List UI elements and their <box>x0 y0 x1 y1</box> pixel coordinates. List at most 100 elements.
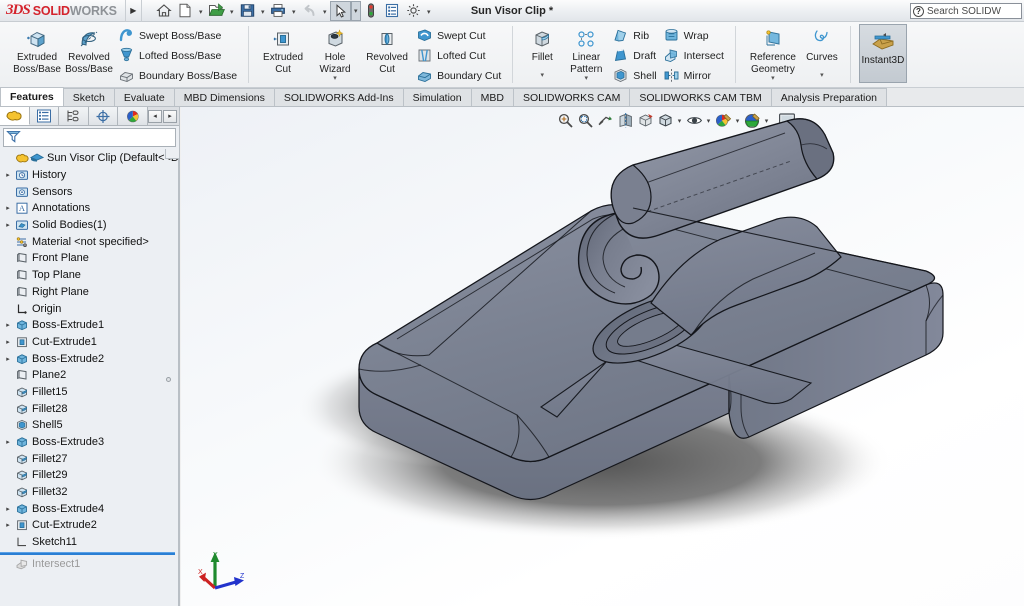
reference-geometry-button[interactable]: Reference Geometry ▾ <box>744 22 802 87</box>
print-caret[interactable]: ▾ <box>289 1 299 21</box>
expand-arrow[interactable]: ▸ <box>2 204 14 212</box>
tab-sketch[interactable]: Sketch <box>63 88 115 106</box>
print-icon[interactable] <box>268 1 289 21</box>
open-folder-caret[interactable]: ▾ <box>227 1 237 21</box>
tree-item-boss-extrude1[interactable]: ▸ Boss-Extrude1 <box>0 317 179 334</box>
graphics-viewport[interactable]: ▾ ▾ ▾ ▾ ▾ <box>181 107 1024 606</box>
gear-icon[interactable] <box>403 1 424 21</box>
tree-item-boss-extrude2[interactable]: ▸ Boss-Extrude2 <box>0 350 179 367</box>
swept-boss-base-button[interactable]: Swept Boss/Base <box>115 26 240 46</box>
rebuild-icon[interactable] <box>361 1 382 21</box>
draft-button[interactable]: Draft <box>609 46 659 66</box>
boundary-boss-base-button[interactable]: Boundary Boss/Base <box>115 66 240 86</box>
lofted-boss-base-button[interactable]: Lofted Boss/Base <box>115 46 240 66</box>
tree-item-front-plane[interactable]: Front Plane <box>0 250 179 267</box>
wrap-button[interactable]: Wrap <box>660 26 727 46</box>
curves-button[interactable]: Curves ▾ <box>802 22 842 87</box>
intersect-button[interactable]: Intersect <box>660 46 727 66</box>
lofted-cut-button[interactable]: Lofted Cut <box>413 46 504 66</box>
open-folder-icon[interactable] <box>206 1 227 21</box>
tree-item-history[interactable]: ▸ History <box>0 167 179 184</box>
extruded-boss-base-button[interactable]: Extruded Boss/Base <box>11 22 63 87</box>
tree-item-intersect1[interactable]: Intersect1 <box>0 556 179 573</box>
tree-item-fillet29[interactable]: Fillet29 <box>0 467 179 484</box>
tree-item-fillet28[interactable]: Fillet28 <box>0 400 179 417</box>
undo-caret[interactable]: ▾ <box>320 1 330 21</box>
expand-arrow[interactable]: ▸ <box>2 338 14 346</box>
select-cursor-icon[interactable] <box>330 1 351 21</box>
menu-expand-arrow[interactable]: ▶ <box>126 0 142 22</box>
options-list-icon[interactable] <box>382 1 403 21</box>
new-file-caret[interactable]: ▾ <box>196 1 206 21</box>
tab-solidworks-add-ins[interactable]: SOLIDWORKS Add-Ins <box>274 88 404 106</box>
tree-item-cut-extrude2[interactable]: ▸ Cut-Extrude2 <box>0 517 179 534</box>
fillet-button[interactable]: Fillet ▾ <box>521 22 563 87</box>
home-icon[interactable] <box>154 1 175 21</box>
panel-collapse-tab[interactable] <box>165 149 179 159</box>
solidworks-logo[interactable]: 3DS SOLIDWORKS <box>0 0 126 22</box>
tree-item-top-plane[interactable]: Top Plane <box>0 267 179 284</box>
tree-item-cut-extrude1[interactable]: ▸ Cut-Extrude1 <box>0 334 179 351</box>
tree-item-right-plane[interactable]: Right Plane <box>0 284 179 301</box>
linear-pattern-button[interactable]: Linear Pattern ▾ <box>563 22 609 87</box>
curves-caret[interactable]: ▾ <box>820 72 824 79</box>
panel-resize-handle[interactable] <box>166 377 171 382</box>
dimxpert-manager-tab[interactable] <box>89 107 119 125</box>
rib-button[interactable]: Rib <box>609 26 659 46</box>
extruded-cut-button[interactable]: Extruded Cut <box>257 22 309 87</box>
boundary-cut-button[interactable]: Boundary Cut <box>413 66 504 86</box>
configuration-manager-tab[interactable] <box>59 107 89 125</box>
expand-arrow[interactable]: ▸ <box>2 221 14 229</box>
tree-item-sensors[interactable]: Sensors <box>0 183 179 200</box>
tree-item-part-root[interactable]: Sun Visor Clip (Default<<Default> <box>0 150 179 167</box>
filter-input[interactable] <box>3 128 176 147</box>
tree-item-boss-extrude3[interactable]: ▸ Boss-Extrude3 <box>0 434 179 451</box>
expand-arrow[interactable]: ▸ <box>2 321 14 329</box>
new-file-icon[interactable] <box>175 1 196 21</box>
tab-simulation[interactable]: Simulation <box>403 88 472 106</box>
sun-visor-clip-3d-model[interactable] <box>181 107 1024 606</box>
undo-icon[interactable] <box>299 1 320 21</box>
tree-item-fillet32[interactable]: Fillet32 <box>0 484 179 501</box>
tree-item-fillet27[interactable]: Fillet27 <box>0 450 179 467</box>
tab-mbd[interactable]: MBD <box>471 88 514 106</box>
tab-mbd-dimensions[interactable]: MBD Dimensions <box>174 88 275 106</box>
property-manager-tab[interactable] <box>30 107 60 125</box>
linear-pattern-caret[interactable]: ▾ <box>585 75 589 82</box>
tree-item-material[interactable]: Material <not specified> <box>0 233 179 250</box>
search-input[interactable]: ? Search SOLIDW <box>910 3 1022 19</box>
save-icon[interactable] <box>237 1 258 21</box>
tree-item-solid-bodies[interactable]: ▸ Solid Bodies(1) <box>0 217 179 234</box>
panel-tab-next-button[interactable]: ▸ <box>163 110 177 123</box>
feature-manager-tab[interactable] <box>0 107 30 125</box>
tab-features[interactable]: Features <box>0 87 64 106</box>
swept-cut-button[interactable]: Swept Cut <box>413 26 504 46</box>
appearances-tab[interactable] <box>118 107 148 125</box>
tree-item-fillet15[interactable]: Fillet15 <box>0 384 179 401</box>
mirror-button[interactable]: Mirror <box>660 66 727 86</box>
feature-tree[interactable]: Sun Visor Clip (Default<<Default> ▸ Hist… <box>0 149 179 606</box>
tree-item-sketch11[interactable]: Sketch11 <box>0 534 179 551</box>
tab-solidworks-cam[interactable]: SOLIDWORKS CAM <box>513 88 630 106</box>
tab-evaluate[interactable]: Evaluate <box>114 88 175 106</box>
rollback-bar[interactable] <box>0 552 175 555</box>
tree-item-origin[interactable]: Origin <box>0 300 179 317</box>
select-cursor-caret[interactable]: ▾ <box>351 1 361 21</box>
expand-arrow[interactable]: ▸ <box>2 171 14 179</box>
tree-item-boss-extrude4[interactable]: ▸ Boss-Extrude4 <box>0 500 179 517</box>
tab-solidworks-cam-tbm[interactable]: SOLIDWORKS CAM TBM <box>629 88 771 106</box>
tab-analysis-preparation[interactable]: Analysis Preparation <box>771 88 887 106</box>
save-caret[interactable]: ▾ <box>258 1 268 21</box>
instant3d-button[interactable]: Instant3D <box>859 24 907 83</box>
gear-caret[interactable]: ▾ <box>424 1 434 21</box>
expand-arrow[interactable]: ▸ <box>2 505 14 513</box>
panel-tab-prev-button[interactable]: ◂ <box>148 110 162 123</box>
tree-item-shell5[interactable]: Shell5 <box>0 417 179 434</box>
tree-item-annotations[interactable]: ▸ A Annotations <box>0 200 179 217</box>
panel-splitter[interactable] <box>178 149 179 606</box>
revolved-cut-button[interactable]: Revolved Cut <box>361 22 413 87</box>
tree-item-plane2[interactable]: Plane2 <box>0 367 179 384</box>
expand-arrow[interactable]: ▸ <box>2 355 14 363</box>
expand-arrow[interactable]: ▸ <box>2 438 14 446</box>
reference-geometry-caret[interactable]: ▾ <box>771 75 775 82</box>
